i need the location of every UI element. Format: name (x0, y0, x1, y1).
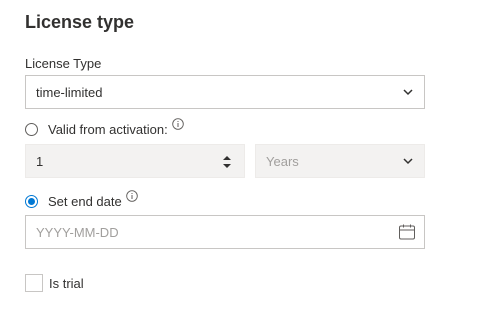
section-title: License type (25, 12, 135, 32)
calendar-icon[interactable] (398, 223, 416, 241)
chevron-down-icon (403, 89, 413, 96)
chevron-down-icon (403, 158, 413, 165)
license-type-panel: License type License Type time-limited V… (0, 0, 477, 335)
license-type-value: time-limited (36, 85, 103, 100)
duration-unit-select[interactable]: Years (255, 144, 425, 178)
valid-from-activation-radio[interactable] (25, 122, 38, 136)
license-type-label: License Type (25, 56, 102, 71)
duration-amount-value: 1 (36, 154, 44, 169)
spin-arrows-icon[interactable] (222, 154, 232, 170)
duration-unit-value: Years (266, 154, 299, 169)
info-icon[interactable] (171, 118, 184, 130)
end-date-placeholder: YYYY-MM-DD (36, 225, 119, 240)
is-trial-label: Is trial (49, 275, 84, 291)
valid-from-activation-option[interactable]: Valid from activation: (25, 118, 184, 138)
set-end-date-option[interactable]: Set end date (25, 190, 138, 210)
is-trial-checkbox[interactable] (25, 274, 43, 292)
set-end-date-label: Set end date (48, 193, 122, 209)
license-type-select[interactable]: time-limited (25, 75, 425, 109)
duration-amount-stepper[interactable]: 1 (25, 144, 245, 178)
info-icon[interactable] (125, 190, 138, 202)
valid-from-activation-label: Valid from activation: (48, 121, 168, 137)
set-end-date-radio[interactable] (25, 194, 38, 208)
is-trial-option[interactable]: Is trial (25, 274, 84, 292)
end-date-input[interactable]: YYYY-MM-DD (25, 215, 425, 249)
